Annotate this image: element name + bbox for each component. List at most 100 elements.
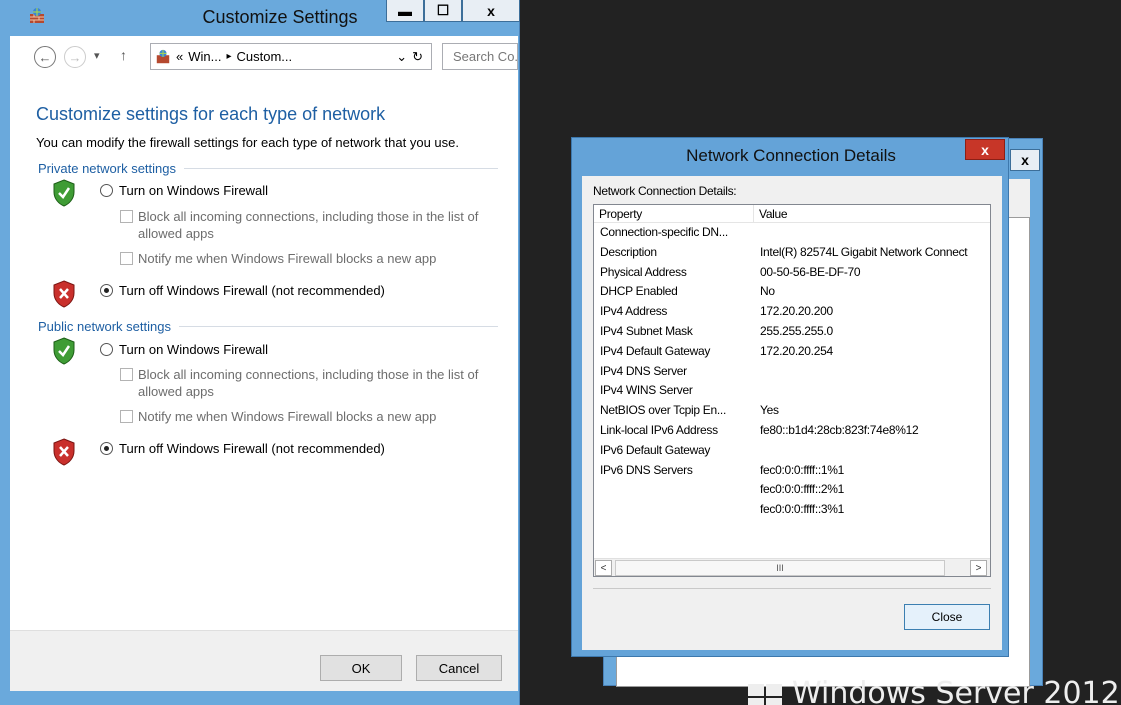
address-dropdown-icon[interactable]: ⌄: [396, 49, 407, 65]
public-network-group-label: Public network settings: [38, 319, 498, 334]
private-network-group-label: Private network settings: [38, 161, 498, 176]
list-rows: Connection-specific DN... Description Inte…: [594, 225, 990, 522]
radio-indicator[interactable]: [100, 184, 113, 197]
table-row[interactable]: IPv4 WINS Server: [594, 383, 990, 403]
recent-locations-icon[interactable]: ▾: [94, 49, 100, 62]
minimize-button[interactable]: ▬: [386, 0, 424, 22]
value-cell: 172.20.20.254: [760, 343, 833, 358]
table-row[interactable]: Link-local IPv6 Address fe80::b1d4:28cb:8…: [594, 423, 990, 443]
customize-title-bar[interactable]: Customize Settings ▬ ☐ x: [0, 0, 520, 36]
value-cell: [754, 225, 990, 245]
private-turn-off-radio[interactable]: Turn off Windows Firewall (not recommend…: [100, 283, 385, 298]
forward-arrow-icon[interactable]: →: [64, 46, 86, 68]
maximize-button[interactable]: ☐: [424, 0, 462, 22]
breadcrumb-separator: ▸: [226, 51, 232, 62]
private-turn-on-radio[interactable]: Turn on Windows Firewall: [100, 183, 268, 198]
list-header: Property Value: [594, 205, 990, 223]
column-header-value[interactable]: Value: [754, 205, 788, 223]
table-row[interactable]: NetBIOS over Tcpip En... Yes: [594, 403, 990, 423]
address-bar[interactable]: « Win... ▸ Custom... ⌄ ↻: [150, 43, 432, 70]
horizontal-scrollbar[interactable]: < III >: [594, 558, 990, 576]
customize-window-title: Customize Settings: [202, 7, 358, 27]
column-header-property[interactable]: Property: [594, 205, 754, 223]
refresh-icon[interactable]: ↻: [412, 49, 423, 65]
search-input[interactable]: Search Co...: [442, 43, 518, 70]
details-list[interactable]: Property Value Connection-specific DN...…: [593, 204, 991, 577]
public-turn-on-radio[interactable]: Turn on Windows Firewall: [100, 342, 268, 357]
value-cell: 255.255.255.0: [760, 323, 833, 338]
property-cell: DHCP Enabled: [600, 284, 678, 299]
path-overflow-indicator[interactable]: «: [176, 49, 183, 64]
public-network-label: Public network settings: [38, 319, 171, 334]
page-heading: Customize settings for each type of netw…: [36, 104, 386, 124]
value-cell: fec0:0:0:ffff::3%1: [760, 502, 845, 517]
breadcrumb-windows-firewall[interactable]: Win...: [188, 49, 221, 64]
value-cell: [754, 364, 990, 384]
property-cell: Description: [600, 244, 657, 259]
radio-indicator-selected[interactable]: [100, 442, 113, 455]
table-row[interactable]: fec0:0:0:ffff::3%1: [594, 502, 990, 522]
details-caption: Network Connection Details:: [593, 184, 737, 198]
table-row[interactable]: IPv4 DNS Server: [594, 364, 990, 384]
cancel-button[interactable]: Cancel: [416, 655, 502, 681]
close-window-button[interactable]: x: [462, 0, 520, 22]
value-cell: fec0:0:0:ffff::2%1: [760, 482, 845, 497]
value-cell: Intel(R) 82574L Gigabit Network Connect: [760, 244, 968, 259]
scroll-right-button[interactable]: >: [970, 560, 987, 576]
public-notify-checkbox[interactable]: Notify me when Windows Firewall blocks a…: [120, 408, 500, 425]
up-arrow-icon[interactable]: ↑: [120, 47, 127, 63]
table-row[interactable]: fec0:0:0:ffff::2%1: [594, 482, 990, 502]
ok-button[interactable]: OK: [320, 655, 402, 681]
property-cell: Connection-specific DN...: [600, 225, 728, 239]
shield-check-icon: [53, 337, 75, 365]
private-network-label: Private network settings: [38, 161, 177, 176]
private-block-all-label: Block all incoming connections, includin…: [138, 209, 479, 241]
back-arrow-icon[interactable]: ←: [34, 46, 56, 68]
checkbox-indicator[interactable]: [120, 410, 133, 423]
public-turn-off-radio[interactable]: Turn off Windows Firewall (not recommend…: [100, 441, 385, 456]
table-row[interactable]: IPv6 Default Gateway: [594, 443, 990, 463]
radio-indicator[interactable]: [100, 343, 113, 356]
value-cell: 172.20.20.200: [760, 304, 833, 319]
table-row[interactable]: Description Intel(R) 82574L Gigabit Netwo…: [594, 245, 990, 265]
background-window-close-button[interactable]: x: [1010, 149, 1040, 171]
network-connection-details-dialog: Network Connection Details x Network Con…: [571, 137, 1009, 657]
private-block-all-checkbox[interactable]: Block all incoming connections, includin…: [120, 208, 500, 242]
windows-logo-icon: [748, 684, 782, 705]
property-cell: Link-local IPv6 Address: [600, 422, 718, 437]
radio-indicator-selected[interactable]: [100, 284, 113, 297]
value-cell: [754, 443, 990, 463]
checkbox-indicator[interactable]: [120, 368, 133, 381]
value-cell: No: [760, 284, 775, 299]
checkbox-indicator[interactable]: [120, 210, 133, 223]
table-row[interactable]: IPv6 DNS Servers fec0:0:0:ffff::1%1: [594, 463, 990, 483]
table-row[interactable]: Physical Address 00-50-56-BE-DF-70: [594, 265, 990, 285]
table-row[interactable]: IPv4 Address 172.20.20.200: [594, 304, 990, 324]
scroll-thumb[interactable]: III: [615, 560, 945, 576]
table-row[interactable]: IPv4 Default Gateway 172.20.20.254: [594, 344, 990, 364]
details-close-button[interactable]: Close: [904, 604, 990, 630]
value-cell: fec0:0:0:ffff::1%1: [760, 462, 845, 477]
checkbox-indicator[interactable]: [120, 252, 133, 265]
scroll-left-button[interactable]: <: [595, 560, 612, 576]
firewall-app-icon: [30, 8, 44, 23]
property-cell: [594, 482, 754, 502]
private-turn-off-label: Turn off Windows Firewall (not recommend…: [119, 283, 385, 298]
page-subtitle: You can modify the firewall settings for…: [36, 135, 459, 150]
details-title-bar[interactable]: Network Connection Details x: [572, 138, 1010, 172]
value-cell: Yes: [760, 403, 779, 418]
public-turn-off-label: Turn off Windows Firewall (not recommend…: [119, 441, 385, 456]
property-cell: Physical Address: [600, 264, 687, 279]
details-close-x-button[interactable]: x: [965, 139, 1005, 160]
table-row[interactable]: Connection-specific DN...: [594, 225, 990, 245]
shield-check-icon: [53, 179, 75, 207]
private-notify-checkbox[interactable]: Notify me when Windows Firewall blocks a…: [120, 250, 500, 267]
breadcrumb-customize[interactable]: Custom...: [237, 49, 392, 64]
details-dialog-title: Network Connection Details: [686, 146, 896, 165]
table-row[interactable]: DHCP Enabled No: [594, 284, 990, 304]
value-cell: [754, 383, 990, 403]
public-block-all-checkbox[interactable]: Block all incoming connections, includin…: [120, 366, 500, 400]
customize-footer: OK Cancel: [10, 630, 518, 691]
property-cell: IPv4 DNS Server: [600, 363, 687, 378]
table-row[interactable]: IPv4 Subnet Mask 255.255.255.0: [594, 324, 990, 344]
